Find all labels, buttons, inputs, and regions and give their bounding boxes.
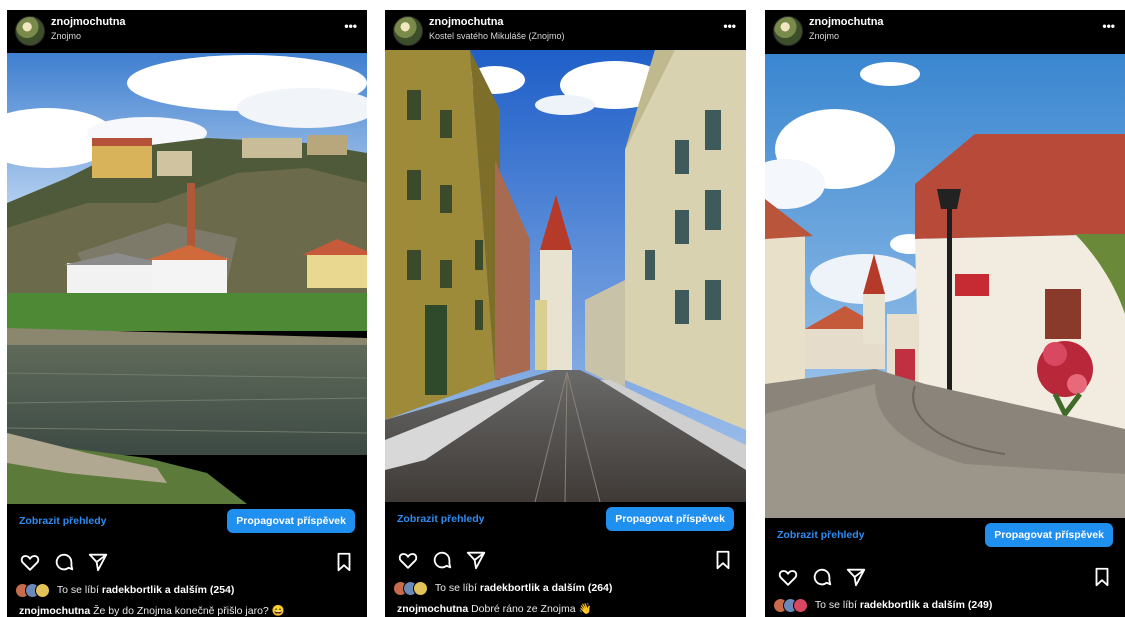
view-insights-link[interactable]: Zobrazit přehledy xyxy=(777,529,865,541)
post-username[interactable]: znojmochutna xyxy=(809,16,884,28)
caption-username[interactable]: znojmochutna xyxy=(19,605,90,617)
likes-user[interactable]: radekbortlik xyxy=(480,582,540,594)
comment-icon[interactable] xyxy=(431,549,453,571)
more-icon[interactable]: ••• xyxy=(344,19,357,33)
likes-prefix: To se líbí xyxy=(434,582,477,594)
post-header: znojmochutna Znojmo ••• xyxy=(7,10,367,52)
liker-avatars xyxy=(773,598,809,613)
likes-middle: a xyxy=(164,583,171,596)
caption-text: Dobré ráno ze Znojma 👋 xyxy=(471,603,592,615)
bookmark-icon[interactable] xyxy=(333,551,355,573)
post-actions xyxy=(385,549,746,573)
comment-icon[interactable] xyxy=(811,566,833,588)
post-card-2: znojmochutna Kostel svatého Mikuláše (Zn… xyxy=(385,10,746,617)
promotion-bar: Zobrazit přehledy Propagovat příspěvek xyxy=(7,509,367,535)
promote-post-button[interactable]: Propagovat příspěvek xyxy=(606,507,734,531)
likes-summary[interactable]: To se líbí radekbortlik a dalším (264) xyxy=(393,581,742,597)
view-insights-link[interactable]: Zobrazit přehledy xyxy=(397,513,485,525)
post-header: znojmochutna Znojmo ••• xyxy=(765,10,1125,52)
likes-middle: a xyxy=(922,598,929,611)
comment-icon[interactable] xyxy=(53,551,75,573)
share-icon[interactable] xyxy=(845,566,867,588)
likes-summary[interactable]: To se líbí radekbortlik a dalším (249) xyxy=(773,598,1121,614)
caption-username[interactable]: znojmochutna xyxy=(397,603,468,615)
post-photo[interactable] xyxy=(765,54,1125,518)
heart-icon[interactable] xyxy=(19,551,41,573)
likes-prefix: To se líbí xyxy=(56,584,99,596)
liker-avatars xyxy=(15,583,51,598)
promote-post-button[interactable]: Propagovat příspěvek xyxy=(985,523,1113,547)
likes-others[interactable]: dalším (254) xyxy=(174,584,235,596)
share-icon[interactable] xyxy=(87,551,109,573)
share-icon[interactable] xyxy=(465,549,487,571)
liker-avatars xyxy=(393,581,429,596)
view-insights-link[interactable]: Zobrazit přehledy xyxy=(19,515,107,527)
post-photo[interactable] xyxy=(385,50,746,502)
post-photo[interactable] xyxy=(7,53,367,504)
post-location[interactable]: Znojmo xyxy=(809,31,839,41)
likes-others[interactable]: dalším (264) xyxy=(552,582,613,594)
post-card-3: znojmochutna Znojmo ••• Zobrazit přehled… xyxy=(765,10,1125,617)
avatar[interactable] xyxy=(393,16,423,46)
post-caption: znojmochutna Že by do Znojma konečně při… xyxy=(19,604,363,617)
likes-others[interactable]: dalším (249) xyxy=(932,599,993,611)
caption-text: Že by do Znojma konečně přišlo jaro? 😄 xyxy=(93,605,285,617)
likes-user[interactable]: radekbortlik xyxy=(102,584,162,596)
likes-summary[interactable]: To se líbí radekbortlik a dalším (254) xyxy=(15,583,363,599)
post-username[interactable]: znojmochutna xyxy=(51,16,126,28)
heart-icon[interactable] xyxy=(397,549,419,571)
avatar[interactable] xyxy=(15,16,45,46)
post-actions xyxy=(765,566,1125,590)
bookmark-icon[interactable] xyxy=(1091,566,1113,588)
post-location[interactable]: Znojmo xyxy=(51,31,81,41)
more-icon[interactable]: ••• xyxy=(1102,19,1115,33)
promote-post-button[interactable]: Propagovat příspěvek xyxy=(227,509,355,533)
likes-user[interactable]: radekbortlik xyxy=(860,599,920,611)
promotion-bar: Zobrazit přehledy Propagovat příspěvek xyxy=(765,523,1125,549)
post-username[interactable]: znojmochutna xyxy=(429,16,504,28)
post-card-1: znojmochutna Znojmo ••• Zobrazit přehled… xyxy=(7,10,367,617)
likes-middle: a xyxy=(542,581,549,594)
more-icon[interactable]: ••• xyxy=(723,19,736,33)
bookmark-icon[interactable] xyxy=(712,549,734,571)
post-header: znojmochutna Kostel svatého Mikuláše (Zn… xyxy=(385,10,746,52)
likes-prefix: To se líbí xyxy=(814,599,857,611)
heart-icon[interactable] xyxy=(777,566,799,588)
post-actions xyxy=(7,551,367,575)
promotion-bar: Zobrazit přehledy Propagovat příspěvek xyxy=(385,507,746,533)
avatar[interactable] xyxy=(773,16,803,46)
post-caption: znojmochutna Dobré ráno ze Znojma 👋 xyxy=(397,602,742,617)
post-location[interactable]: Kostel svatého Mikuláše (Znojmo) xyxy=(429,31,565,41)
